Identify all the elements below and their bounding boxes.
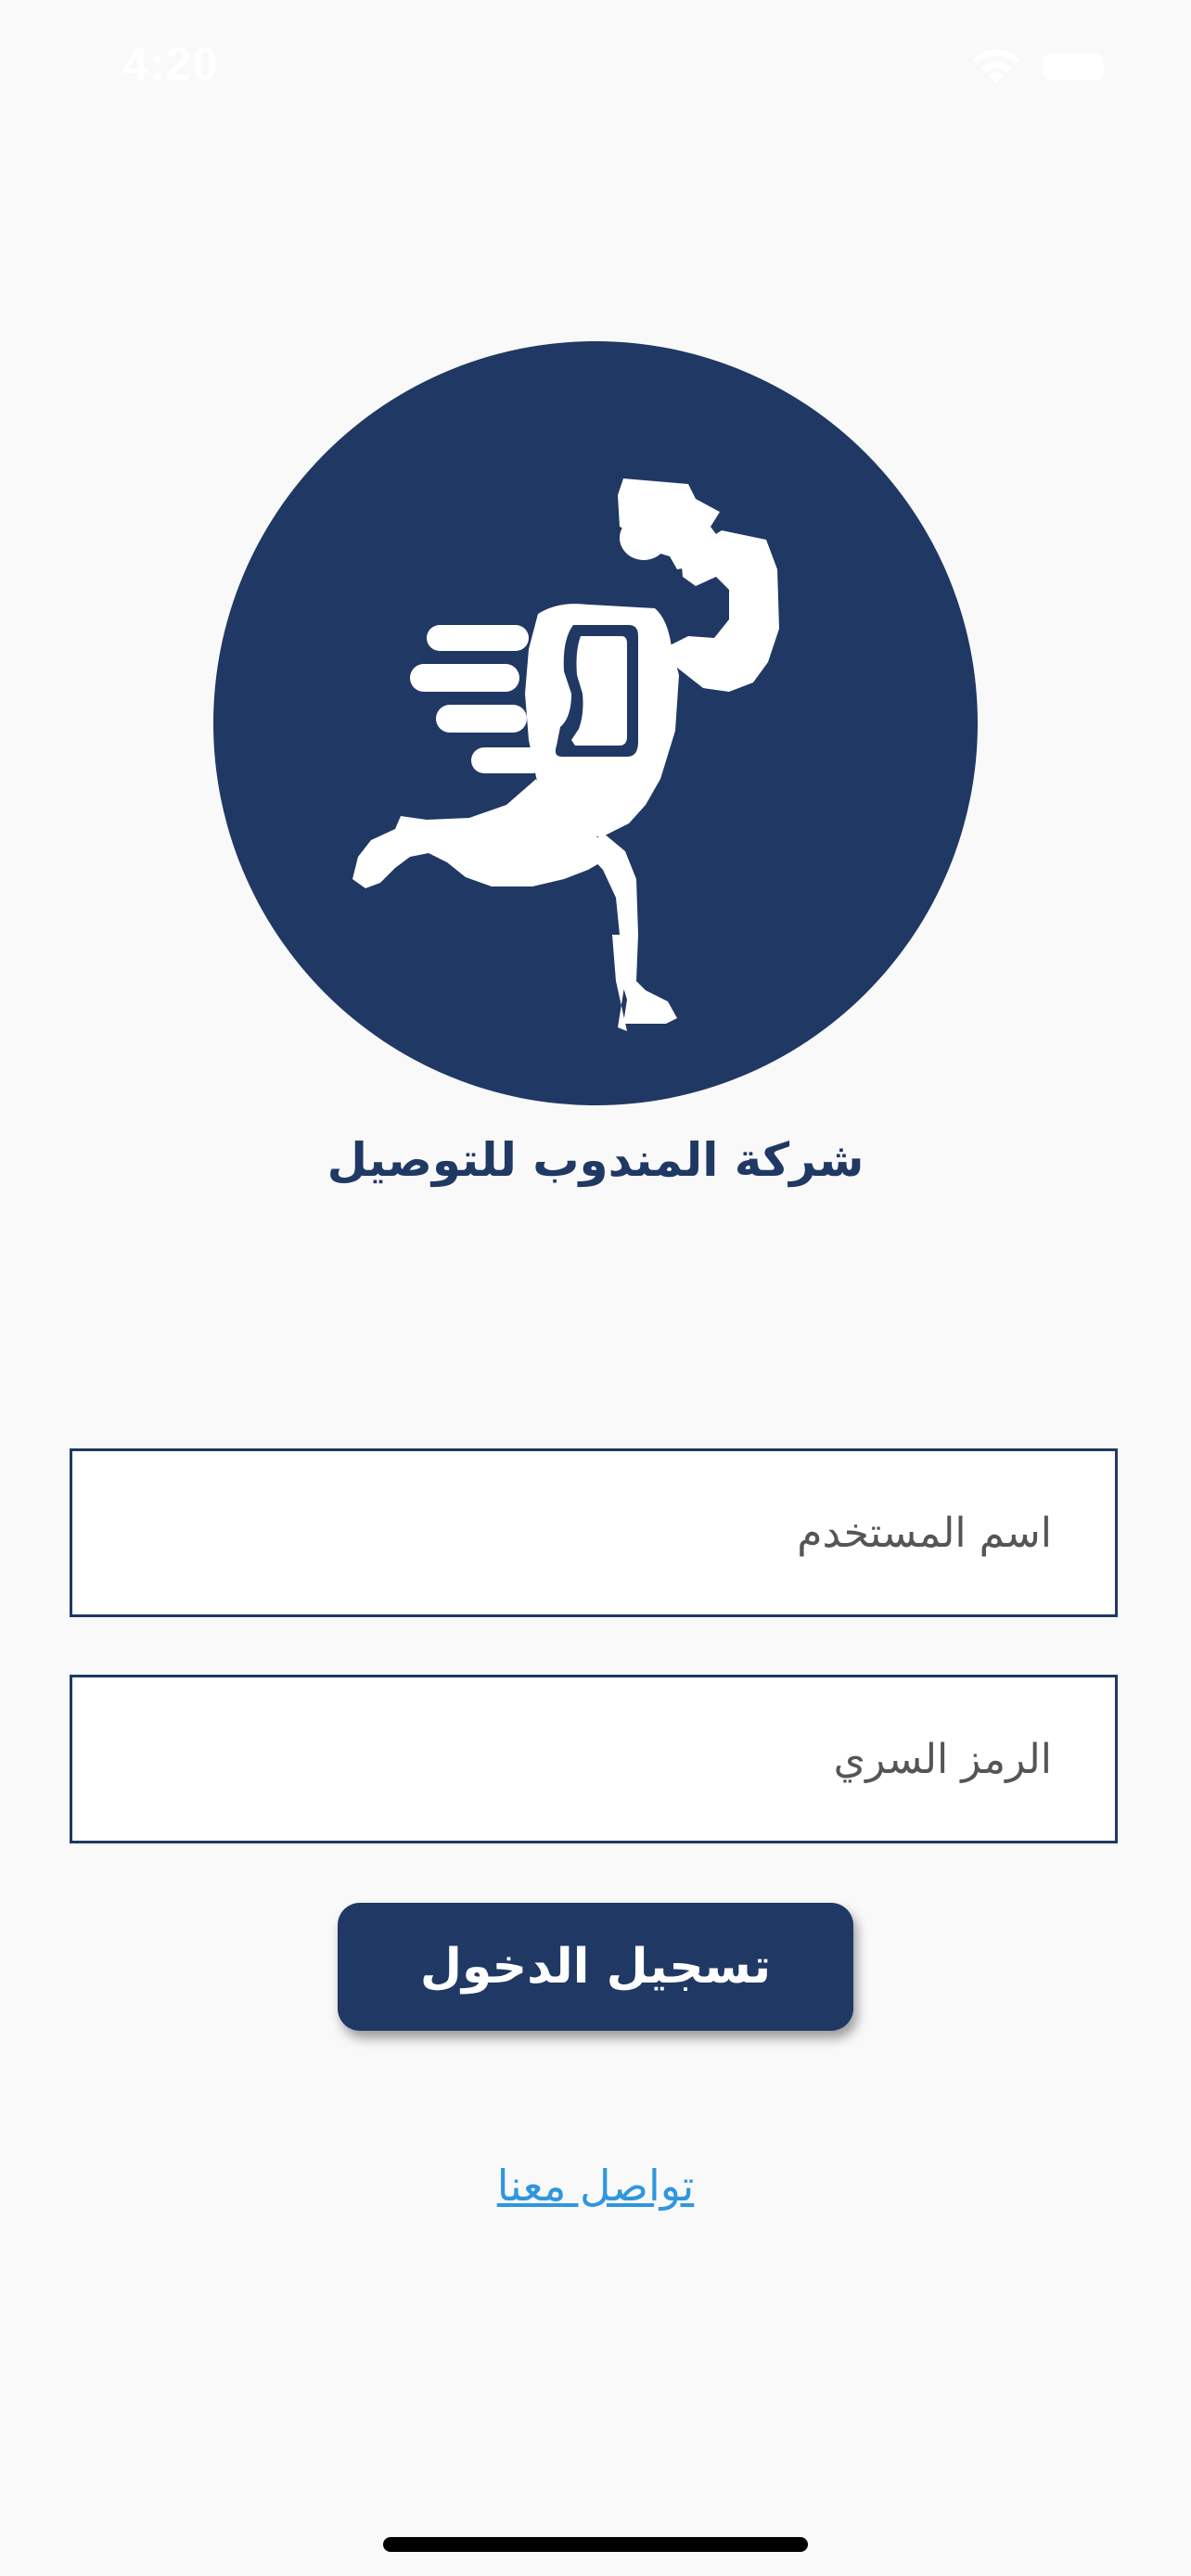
username-input[interactable] xyxy=(72,1451,1115,1614)
contact-us-link[interactable]: تواصل معنا xyxy=(0,2161,1191,2211)
battery-icon xyxy=(1043,54,1104,80)
login-button[interactable]: تسجيل الدخول xyxy=(338,1903,853,2031)
status-bar: 4:20 xyxy=(0,0,1191,130)
delivery-runner-icon xyxy=(213,341,978,1105)
home-indicator[interactable] xyxy=(383,2537,808,2552)
username-field-box xyxy=(70,1448,1118,1617)
company-name: شركة المندوب للتوصيل xyxy=(327,1133,864,1187)
wifi-icon xyxy=(973,49,1019,83)
password-input[interactable] xyxy=(72,1677,1115,1841)
password-field-box xyxy=(70,1675,1118,1843)
status-time: 4:20 xyxy=(122,38,220,90)
